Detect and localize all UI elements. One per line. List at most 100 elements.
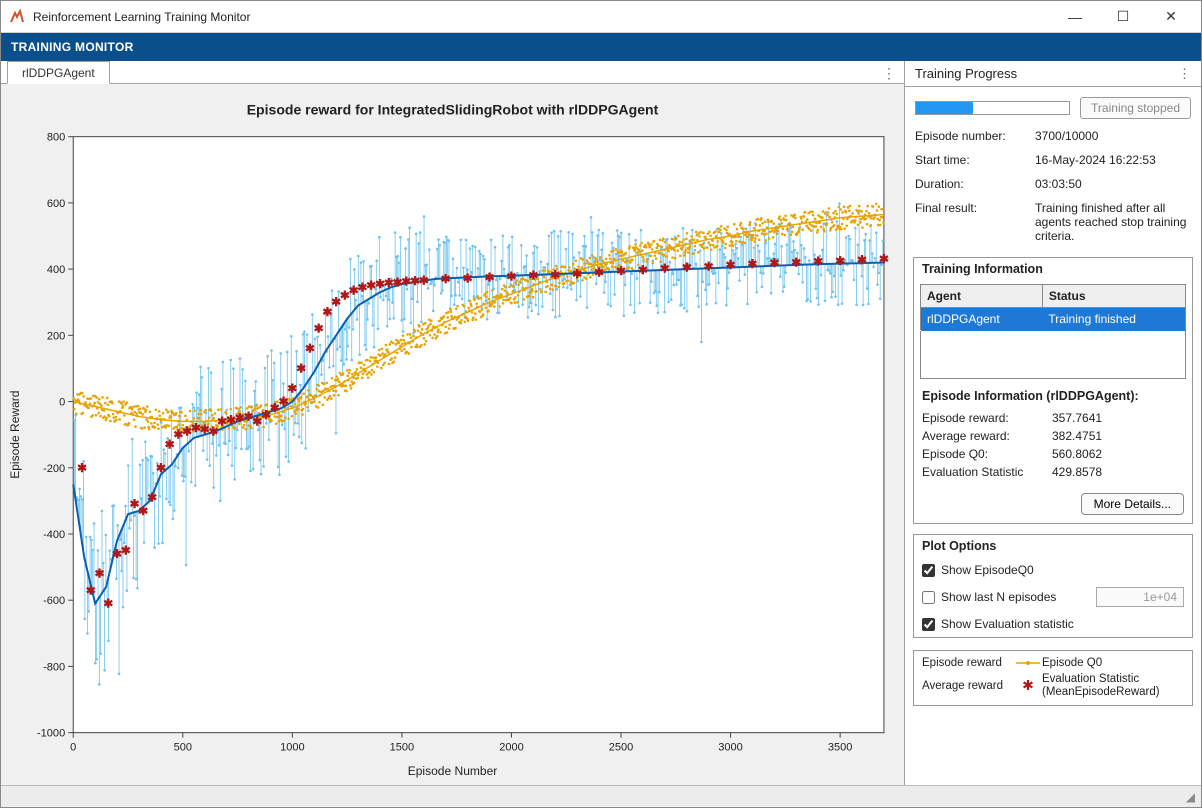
legend-avg-reward: Average reward xyxy=(922,680,1014,692)
final-result-label: Final result: xyxy=(915,201,1035,215)
svg-text:✱: ✱ xyxy=(463,271,473,285)
ep-q0-label: Episode Q0: xyxy=(922,447,1052,461)
svg-text:✱: ✱ xyxy=(419,273,429,287)
ribbon-tab[interactable]: TRAINING MONITOR xyxy=(1,33,1201,61)
show-n-checkbox[interactable] xyxy=(922,591,935,604)
statusbar: ◢ xyxy=(1,785,1201,807)
more-details-button[interactable]: More Details... xyxy=(1081,493,1184,515)
svg-text:600: 600 xyxy=(47,198,65,210)
svg-text:✱: ✱ xyxy=(314,322,324,336)
legend-eval-marker: ✱ xyxy=(1014,680,1042,692)
svg-text:✱: ✱ xyxy=(86,583,96,597)
close-button[interactable]: ✕ xyxy=(1149,3,1193,31)
svg-text:Episode Number: Episode Number xyxy=(408,764,498,778)
duration-label: Duration: xyxy=(915,177,1035,191)
svg-text:✱: ✱ xyxy=(138,504,148,518)
training-info-title: Training Information xyxy=(914,258,1192,280)
titlebar: Reinforcement Learning Training Monitor … xyxy=(1,1,1201,33)
svg-text:0: 0 xyxy=(59,397,65,409)
ep-reward-value: 357.7641 xyxy=(1052,411,1102,425)
svg-text:✱: ✱ xyxy=(156,461,166,475)
svg-text:✱: ✱ xyxy=(616,264,626,278)
svg-text:✱: ✱ xyxy=(296,361,306,375)
eval-stat-label: Evaluation Statistic xyxy=(922,465,1052,479)
svg-text:✱: ✱ xyxy=(287,381,297,395)
svg-text:2000: 2000 xyxy=(499,742,524,754)
episode-number-value: 3700/10000 xyxy=(1035,129,1191,143)
svg-text:✱: ✱ xyxy=(484,270,494,284)
progress-bar xyxy=(915,101,1070,115)
legend-q0-marker xyxy=(1014,658,1042,668)
show-eval-option[interactable]: Show Evaluation statistic xyxy=(922,617,1184,631)
show-q0-option[interactable]: Show EpisodeQ0 xyxy=(922,563,1184,577)
status-cell: Training finished xyxy=(1042,308,1185,331)
svg-text:✱: ✱ xyxy=(835,254,845,268)
svg-text:✱: ✱ xyxy=(103,597,113,611)
episode-info-title: Episode Information (rlDDPGAgent): xyxy=(922,385,1184,407)
svg-text:✱: ✱ xyxy=(528,269,538,283)
svg-text:Episode reward for IntegratedS: Episode reward for IntegratedSlidingRobo… xyxy=(247,102,659,118)
start-time-label: Start time: xyxy=(915,153,1035,167)
svg-text:✱: ✱ xyxy=(572,267,582,281)
agent-status-table[interactable]: AgentStatus rlDDPGAgentTraining finished xyxy=(920,284,1186,379)
svg-text:✱: ✱ xyxy=(550,268,560,282)
svg-text:✱: ✱ xyxy=(682,260,692,274)
maximize-button[interactable]: ☐ xyxy=(1101,3,1145,31)
eval-stat-value: 429.8578 xyxy=(1052,465,1102,479)
svg-text:✱: ✱ xyxy=(769,256,779,270)
svg-text:500: 500 xyxy=(174,742,192,754)
show-eval-checkbox[interactable] xyxy=(922,618,935,631)
document-tabs: rlDDPGAgent ⋮ xyxy=(1,61,904,84)
svg-text:✱: ✱ xyxy=(279,395,289,409)
svg-text:2500: 2500 xyxy=(609,742,634,754)
agent-cell: rlDDPGAgent xyxy=(921,308,1043,331)
tab-menu-icon[interactable]: ⋮ xyxy=(882,65,896,82)
avg-reward-value: 382.4751 xyxy=(1052,429,1102,443)
stop-training-button[interactable]: Training stopped xyxy=(1080,97,1191,119)
svg-text:-800: -800 xyxy=(43,661,65,673)
panel-header: Training Progress ⋮ xyxy=(905,61,1201,87)
svg-text:✱: ✱ xyxy=(506,269,516,283)
training-information-group: Training Information AgentStatus rlDDPGA… xyxy=(913,257,1193,524)
svg-text:✱: ✱ xyxy=(305,342,315,356)
episode-number-label: Episode number: xyxy=(915,129,1035,143)
svg-text:✱: ✱ xyxy=(660,261,670,275)
tab-agent[interactable]: rlDDPGAgent xyxy=(7,61,110,84)
svg-text:3500: 3500 xyxy=(828,742,853,754)
start-time-value: 16-May-2024 16:22:53 xyxy=(1035,153,1191,167)
col-status: Status xyxy=(1042,285,1185,308)
svg-text:-200: -200 xyxy=(43,463,65,475)
panel-menu-icon[interactable]: ⋮ xyxy=(1178,66,1191,82)
svg-text:✱: ✱ xyxy=(704,259,714,273)
n-episodes-input[interactable] xyxy=(1096,587,1184,607)
table-row[interactable]: rlDDPGAgentTraining finished xyxy=(921,308,1186,331)
minimize-button[interactable]: — xyxy=(1053,3,1097,31)
legend-eval: Evaluation Statistic (MeanEpisodeReward) xyxy=(1042,673,1184,699)
show-q0-checkbox[interactable] xyxy=(922,564,935,577)
svg-text:1500: 1500 xyxy=(390,742,415,754)
col-agent: Agent xyxy=(921,285,1043,308)
plot-options-group: Plot Options Show EpisodeQ0 Show last N … xyxy=(913,534,1193,638)
avg-reward-label: Average reward: xyxy=(922,429,1052,443)
svg-text:3000: 3000 xyxy=(718,742,743,754)
svg-text:0: 0 xyxy=(70,742,76,754)
svg-text:-400: -400 xyxy=(43,529,65,541)
legend: Episode reward Episode Q0 Average reward… xyxy=(913,650,1193,706)
svg-text:✱: ✱ xyxy=(594,265,604,279)
plot-area[interactable]: Episode reward for IntegratedSlidingRobo… xyxy=(1,84,904,785)
svg-text:✱: ✱ xyxy=(441,272,451,286)
svg-text:-1000: -1000 xyxy=(37,728,65,740)
svg-text:✱: ✱ xyxy=(747,257,757,271)
svg-text:✱: ✱ xyxy=(638,263,648,277)
show-n-option[interactable]: Show last N episodes xyxy=(922,587,1184,607)
panel-title: Training Progress xyxy=(915,66,1017,81)
legend-ep-reward: Episode reward xyxy=(922,657,1014,669)
svg-text:✱: ✱ xyxy=(791,255,801,269)
duration-value: 03:03:50 xyxy=(1035,177,1191,191)
svg-text:✱: ✱ xyxy=(813,255,823,269)
svg-text:✱: ✱ xyxy=(1022,680,1034,692)
svg-text:Episode Reward: Episode Reward xyxy=(8,391,22,479)
ep-q0-value: 560.8062 xyxy=(1052,447,1102,461)
svg-text:✱: ✱ xyxy=(857,253,867,267)
svg-text:✱: ✱ xyxy=(94,567,104,581)
